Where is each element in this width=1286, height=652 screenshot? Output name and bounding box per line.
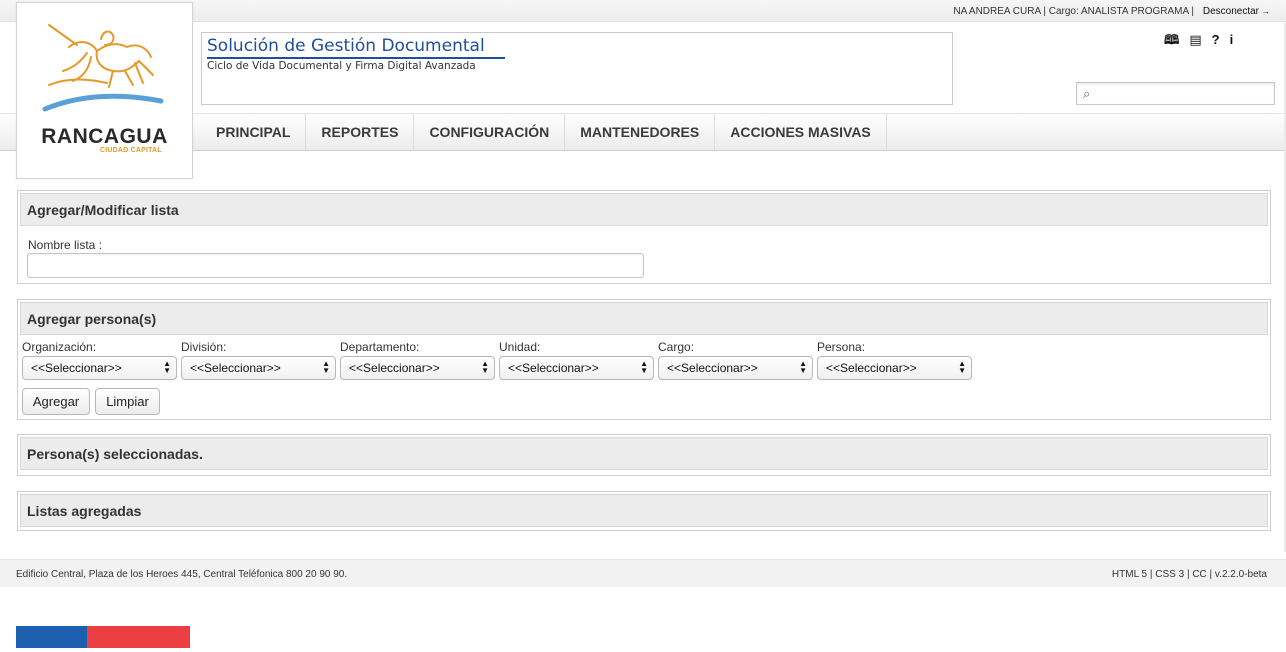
nav-item-acciones-masivas[interactable]: ACCIONES MASIVAS: [715, 114, 887, 151]
add-persons-panel: Agregar persona(s) Organización: <<Selec…: [17, 299, 1271, 420]
list-form-panel: Agregar/Modificar lista Nombre lista :: [17, 190, 1271, 284]
select-value: <<Seleccionar>>: [508, 361, 599, 375]
book-icon[interactable]: 🕮: [1164, 32, 1179, 48]
help-icon[interactable]: ?: [1212, 32, 1220, 48]
select-arrows-icon: ▲ ▼: [163, 359, 171, 375]
select-value: <<Seleccionar>>: [349, 361, 440, 375]
logo-tagline: CIUDAD CAPITAL: [100, 147, 162, 154]
filter-departamento: Departamento: <<Seleccionar>> ▲ ▼: [340, 340, 496, 380]
nav-item-configuracion[interactable]: CONFIGURACIÓN: [414, 114, 566, 151]
filter-division: División: <<Seleccionar>> ▲ ▼: [181, 340, 337, 380]
logout-link[interactable]: Desconectar →: [1203, 6, 1270, 17]
app-header-box: Solución de Gestión Documental Ciclo de …: [201, 32, 953, 105]
panel-header: Agregar/Modificar lista: [20, 193, 1268, 226]
filter-label: Organización:: [22, 340, 97, 354]
organizacion-select[interactable]: <<Seleccionar>> ▲ ▼: [22, 356, 177, 380]
persona-select[interactable]: <<Seleccionar>> ▲ ▼: [817, 356, 972, 380]
footer: Edificio Central, Plaza de los Heroes 44…: [0, 559, 1286, 587]
select-arrows-icon: ▲ ▼: [322, 359, 330, 375]
panel-title: Agregar/Modificar lista: [27, 202, 179, 218]
logout-arrow-icon: →: [1261, 6, 1270, 16]
division-select[interactable]: <<Seleccionar>> ▲ ▼: [181, 356, 336, 380]
logo-city-name: RANCAGUA: [41, 125, 168, 148]
panel-title: Persona(s) seleccionadas.: [27, 446, 203, 462]
utility-icons: 🕮 ▤ ? i: [1164, 32, 1233, 48]
panel-header: Listas agregadas: [20, 494, 1268, 527]
select-arrows-icon: ▲ ▼: [958, 359, 966, 375]
clear-button[interactable]: Limpiar: [95, 388, 160, 415]
filter-organizacion: Organización: <<Seleccionar>> ▲ ▼: [22, 340, 178, 380]
list-name-label: Nombre lista :: [28, 238, 103, 252]
search-box[interactable]: ⌕: [1076, 82, 1275, 105]
rancagua-logo[interactable]: RANCAGUA CIUDAD CAPITAL: [16, 2, 193, 179]
panel-title: Listas agregadas: [27, 503, 142, 519]
filter-persona: Persona: <<Seleccionar>> ▲ ▼: [817, 340, 973, 380]
cargo-select[interactable]: <<Seleccionar>> ▲ ▼: [658, 356, 813, 380]
filter-label: Departamento:: [340, 340, 420, 354]
unidad-select[interactable]: <<Seleccionar>> ▲ ▼: [499, 356, 654, 380]
panel-title: Agregar persona(s): [27, 311, 157, 327]
select-value: <<Seleccionar>>: [190, 361, 281, 375]
departamento-select[interactable]: <<Seleccionar>> ▲ ▼: [340, 356, 495, 380]
selected-persons-panel: Persona(s) seleccionadas.: [17, 434, 1271, 476]
select-arrows-icon: ▲ ▼: [640, 359, 648, 375]
newspaper-icon[interactable]: ▤: [1189, 32, 1201, 48]
filter-label: Unidad:: [499, 340, 541, 354]
flag-stripe: [16, 626, 190, 648]
app-subtitle: Ciclo de Vida Documental y Firma Digital…: [207, 60, 476, 72]
select-arrows-icon: ▲ ▼: [481, 359, 489, 375]
panel-header: Persona(s) seleccionadas.: [20, 437, 1268, 470]
user-info: NA ANDREA CURA | Cargo: ANALISTA PROGRAM…: [953, 6, 1194, 17]
panel-header: Agregar persona(s): [20, 302, 1268, 335]
select-value: <<Seleccionar>>: [667, 361, 758, 375]
flag-red-stripe: [87, 626, 190, 648]
flag-blue-stripe: [16, 626, 87, 648]
nav-item-reportes[interactable]: REPORTES: [306, 114, 415, 151]
info-icon[interactable]: i: [1230, 32, 1234, 48]
list-name-input[interactable]: [27, 253, 644, 278]
app-title: Solución de Gestión Documental: [207, 36, 505, 59]
nav-item-principal[interactable]: PRINCIPAL: [201, 114, 307, 151]
filter-label: Cargo:: [658, 340, 695, 354]
footer-address: Edificio Central, Plaza de los Heroes 44…: [16, 569, 348, 580]
filter-unidad: Unidad: <<Seleccionar>> ▲ ▼: [499, 340, 655, 380]
horseman-emblem-icon: [42, 24, 164, 112]
search-icon: ⌕: [1083, 86, 1091, 101]
nav-item-mantenedores[interactable]: MANTENEDORES: [565, 114, 716, 151]
select-arrows-icon: ▲ ▼: [799, 359, 807, 375]
search-input[interactable]: [1099, 85, 1269, 102]
logout-label: Desconectar: [1202, 6, 1259, 17]
added-lists-panel: Listas agregadas: [17, 491, 1271, 531]
filter-label: División:: [181, 340, 227, 354]
add-button[interactable]: Agregar: [22, 388, 90, 415]
select-value: <<Seleccionar>>: [826, 361, 917, 375]
footer-tech-info: HTML 5 | CSS 3 | CC | v.2.2.0-beta: [1111, 569, 1267, 580]
filter-label: Persona:: [817, 340, 866, 354]
filter-cargo: Cargo: <<Seleccionar>> ▲ ▼: [658, 340, 814, 380]
select-value: <<Seleccionar>>: [31, 361, 122, 375]
